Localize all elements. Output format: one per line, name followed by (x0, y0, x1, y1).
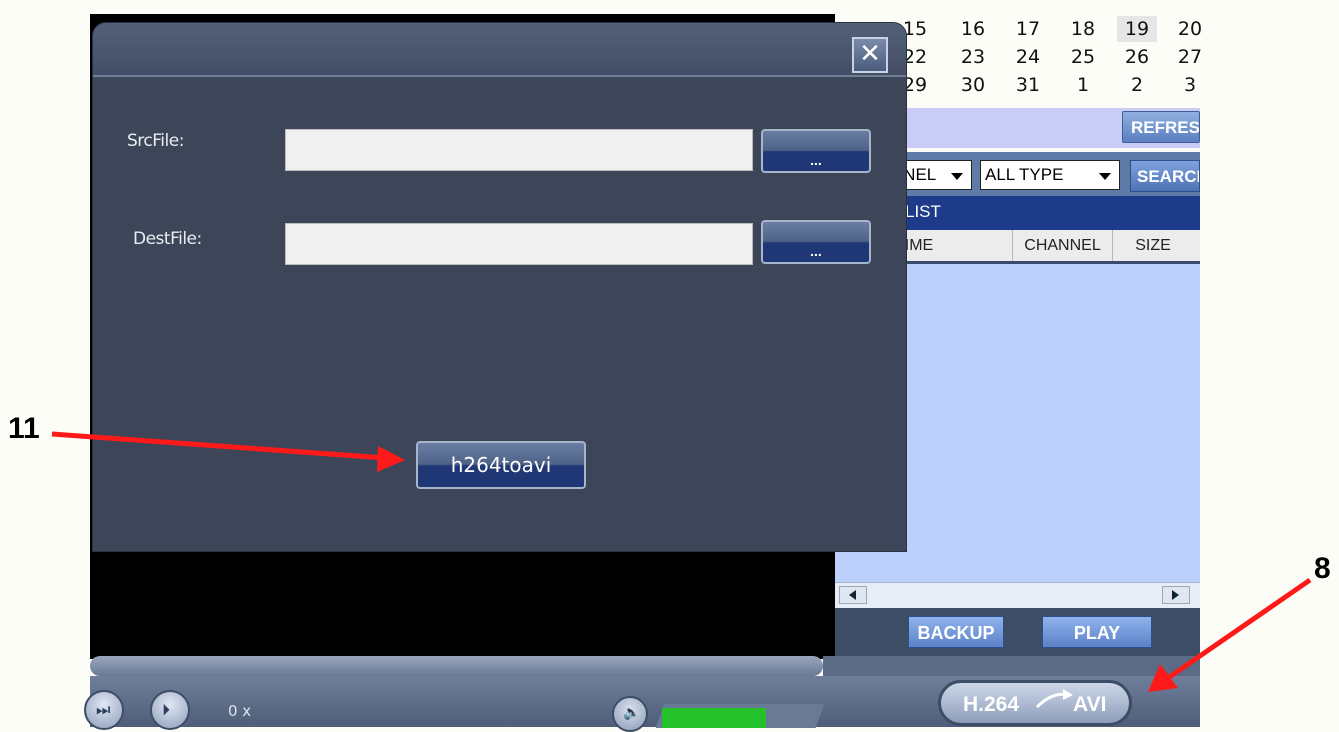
arrow-11 (51, 431, 405, 472)
annotation-arrows (51, 431, 1312, 692)
arrow-8 (1148, 577, 1312, 692)
